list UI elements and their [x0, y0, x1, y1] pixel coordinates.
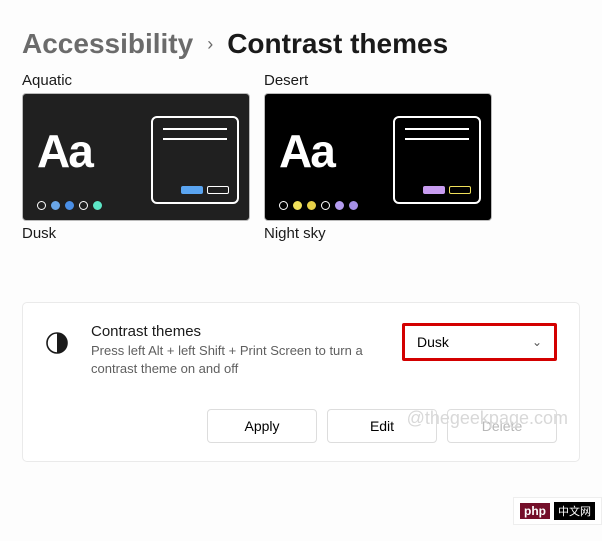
apply-button[interactable]: Apply — [207, 409, 317, 443]
badge-left: php — [520, 503, 550, 519]
theme-label: Night sky — [264, 221, 492, 246]
delete-button: Delete — [447, 409, 557, 443]
mini-window-icon — [393, 116, 481, 204]
sample-text: Aa — [279, 124, 334, 178]
chevron-down-icon: ⌄ — [532, 335, 542, 349]
theme-label: Aquatic — [22, 68, 250, 93]
chevron-right-icon: › — [207, 34, 213, 55]
site-badge: php 中文网 — [513, 497, 602, 525]
card-description: Press left Alt + left Shift + Print Scre… — [91, 342, 380, 377]
button-row: Apply Edit Delete — [45, 409, 557, 443]
theme-dropdown[interactable]: Dusk ⌄ — [402, 323, 557, 361]
mini-window-icon — [151, 116, 239, 204]
palette-dots — [279, 201, 358, 210]
theme-aquatic[interactable]: Aquatic Aa Dusk — [22, 68, 250, 246]
contrast-themes-card: Contrast themes Press left Alt + left Sh… — [22, 302, 580, 462]
palette-dots — [37, 201, 102, 210]
breadcrumb-current: Contrast themes — [227, 28, 448, 60]
edit-button[interactable]: Edit — [327, 409, 437, 443]
theme-grid: Aquatic Aa Dusk Desert Aa — [0, 68, 602, 246]
theme-thumbnail[interactable]: Aa — [22, 93, 250, 221]
breadcrumb-parent[interactable]: Accessibility — [22, 28, 193, 60]
dropdown-value: Dusk — [417, 334, 449, 350]
theme-label: Dusk — [22, 221, 250, 246]
card-title: Contrast themes — [91, 323, 380, 340]
badge-right: 中文网 — [554, 502, 595, 520]
sample-text: Aa — [37, 124, 92, 178]
theme-label: Desert — [264, 68, 492, 93]
theme-thumbnail[interactable]: Aa — [264, 93, 492, 221]
contrast-icon — [45, 331, 69, 355]
theme-desert[interactable]: Desert Aa Night sky — [264, 68, 492, 246]
breadcrumb: Accessibility › Contrast themes — [0, 0, 602, 68]
